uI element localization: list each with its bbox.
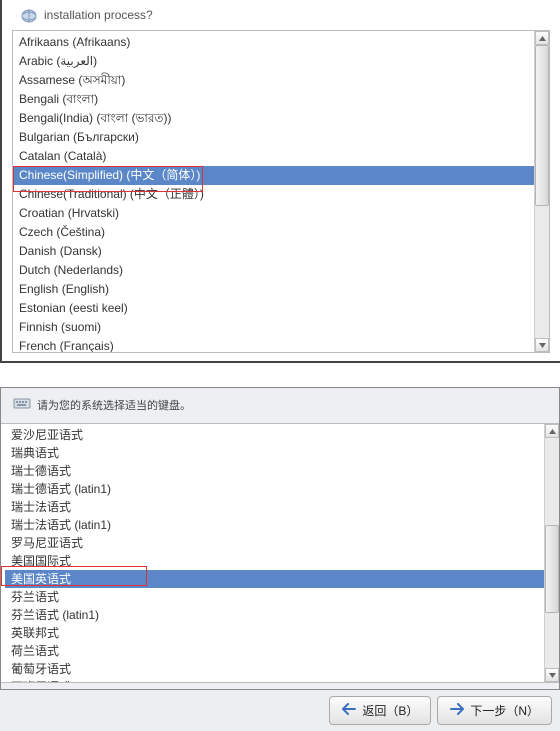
scroll-thumb[interactable] [545,525,559,612]
language-heading-row: installation process? [6,4,556,30]
language-item[interactable]: Dutch (Nederlands) [13,261,534,280]
language-item[interactable]: Catalan (Català) [13,147,534,166]
language-item[interactable]: Estonian (eesti keel) [13,299,534,318]
language-selection-panel: installation process? Afrikaans (Afrikaa… [0,0,560,363]
language-heading-text: installation process? [44,8,153,22]
arrow-right-icon [450,703,464,718]
keyboard-item[interactable]: 葡萄牙语式 [5,660,544,678]
keyboard-scrollbar[interactable] [544,424,559,682]
scroll-up-button[interactable] [545,424,559,438]
language-item[interactable]: Bulgarian (Български) [13,128,534,147]
scroll-thumb[interactable] [535,45,549,206]
keyboard-item[interactable]: 瑞典语式 [5,444,544,462]
keyboard-item[interactable]: 瑞士法语式 [5,498,544,516]
keyboard-item[interactable]: 西班牙语式 [5,678,544,682]
keyboard-item[interactable]: 美国国际式 [5,552,544,570]
language-item[interactable]: Croatian (Hrvatski) [13,204,534,223]
language-item[interactable]: Arabic (العربية) [13,52,534,71]
scroll-down-button[interactable] [545,668,559,682]
globe-icon [20,8,38,24]
keyboard-item[interactable]: 芬兰语式 (latin1) [5,606,544,624]
wizard-button-row: 返回（B） 下一步（N） [0,690,560,731]
language-item[interactable]: Assamese (অসমীয়া) [13,71,534,90]
keyboard-item[interactable]: 荷兰语式 [5,642,544,660]
keyboard-icon [13,396,31,413]
keyboard-item[interactable]: 爱沙尼亚语式 [5,426,544,444]
keyboard-item[interactable]: 瑞士德语式 (latin1) [5,480,544,498]
language-item[interactable]: French (Français) [13,337,534,352]
keyboard-item[interactable]: 瑞士德语式 [5,462,544,480]
keyboard-heading-text: 请为您的系统选择适当的键盘。 [37,397,191,413]
language-item[interactable]: Chinese(Traditional) (中文（正體）) [13,185,534,204]
language-listbox[interactable]: Afrikaans (Afrikaans)Arabic (العربية)Ass… [12,30,550,353]
language-item[interactable]: English (English) [13,280,534,299]
back-button-label: 返回（B） [362,702,418,719]
language-item[interactable]: Bengali(India) (বাংলা (ভারত)) [13,109,534,128]
scroll-down-button[interactable] [535,338,549,352]
keyboard-heading-row: 请为您的系统选择适当的键盘。 [1,388,559,423]
language-item[interactable]: Danish (Dansk) [13,242,534,261]
keyboard-item[interactable]: 罗马尼亚语式 [5,534,544,552]
next-button-label: 下一步（N） [470,702,539,719]
scroll-track[interactable] [545,438,559,668]
next-button[interactable]: 下一步（N） [437,696,552,725]
keyboard-item[interactable]: 芬兰语式 [5,588,544,606]
keyboard-selection-panel: 请为您的系统选择适当的键盘。 爱沙尼亚语式瑞典语式瑞士德语式瑞士德语式 (lat… [0,387,560,690]
language-item[interactable]: Bengali (বাংলা) [13,90,534,109]
language-item[interactable]: Finnish (suomi) [13,318,534,337]
keyboard-selection-window: 请为您的系统选择适当的键盘。 爱沙尼亚语式瑞典语式瑞士德语式瑞士德语式 (lat… [0,387,560,731]
language-item[interactable]: Afrikaans (Afrikaans) [13,33,534,52]
language-item[interactable]: Chinese(Simplified) (中文（简体）) [13,166,534,185]
keyboard-listbox[interactable]: 爱沙尼亚语式瑞典语式瑞士德语式瑞士德语式 (latin1)瑞士法语式瑞士法语式 … [1,423,559,683]
back-button[interactable]: 返回（B） [329,696,431,725]
keyboard-item[interactable]: 英联邦式 [5,624,544,642]
keyboard-item[interactable]: 美国英语式 [5,570,544,588]
scroll-track[interactable] [535,45,549,338]
language-scrollbar[interactable] [534,31,549,352]
scroll-up-button[interactable] [535,31,549,45]
keyboard-item[interactable]: 瑞士法语式 (latin1) [5,516,544,534]
language-item[interactable]: Czech (Čeština) [13,223,534,242]
arrow-left-icon [342,703,356,718]
